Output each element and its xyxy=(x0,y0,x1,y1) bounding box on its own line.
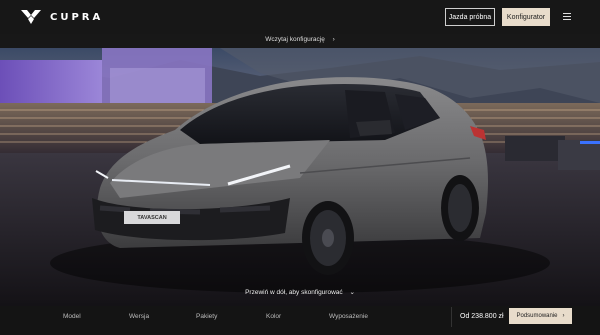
hamburger-menu-icon[interactable] xyxy=(563,13,571,20)
price-display: Od 238.800 zł xyxy=(460,313,504,320)
scroll-hint-label: Przewiń w dół, aby skonfigurować xyxy=(245,289,343,296)
step-packages[interactable]: Pakiety xyxy=(196,313,217,320)
scroll-hint: Przewiń w dół, aby skonfigurować ⌄ xyxy=(0,288,600,296)
load-configuration-label: Wczytaj konfigurację xyxy=(265,36,325,43)
brand-wordmark: CUPRA xyxy=(50,11,104,23)
load-configuration-link[interactable]: Wczytaj konfigurację › xyxy=(0,36,600,43)
cupra-logo-icon xyxy=(21,10,41,24)
top-header: CUPRA Jazda próbna Konfigurator xyxy=(0,0,600,34)
step-model[interactable]: Model xyxy=(63,313,81,320)
car-showcase: TAVASCAN xyxy=(0,48,600,306)
test-drive-button[interactable]: Jazda próbna xyxy=(445,8,495,26)
brand-logo[interactable]: CUPRA xyxy=(20,9,103,25)
chevron-right-icon: › xyxy=(332,36,335,43)
chevron-down-icon: ⌄ xyxy=(349,289,355,296)
step-color[interactable]: Kolor xyxy=(266,313,281,320)
summary-button[interactable]: Podsumowanie › xyxy=(509,308,572,324)
chevron-right-icon: › xyxy=(562,313,565,319)
car-scene-illustration xyxy=(0,48,600,306)
step-equipment[interactable]: Wyposażenie xyxy=(329,313,368,320)
configurator-button[interactable]: Konfigurator xyxy=(502,8,550,26)
summary-label: Podsumowanie xyxy=(516,313,558,319)
license-plate: TAVASCAN xyxy=(137,214,167,221)
step-version[interactable]: Wersja xyxy=(129,313,149,320)
divider xyxy=(451,307,452,327)
